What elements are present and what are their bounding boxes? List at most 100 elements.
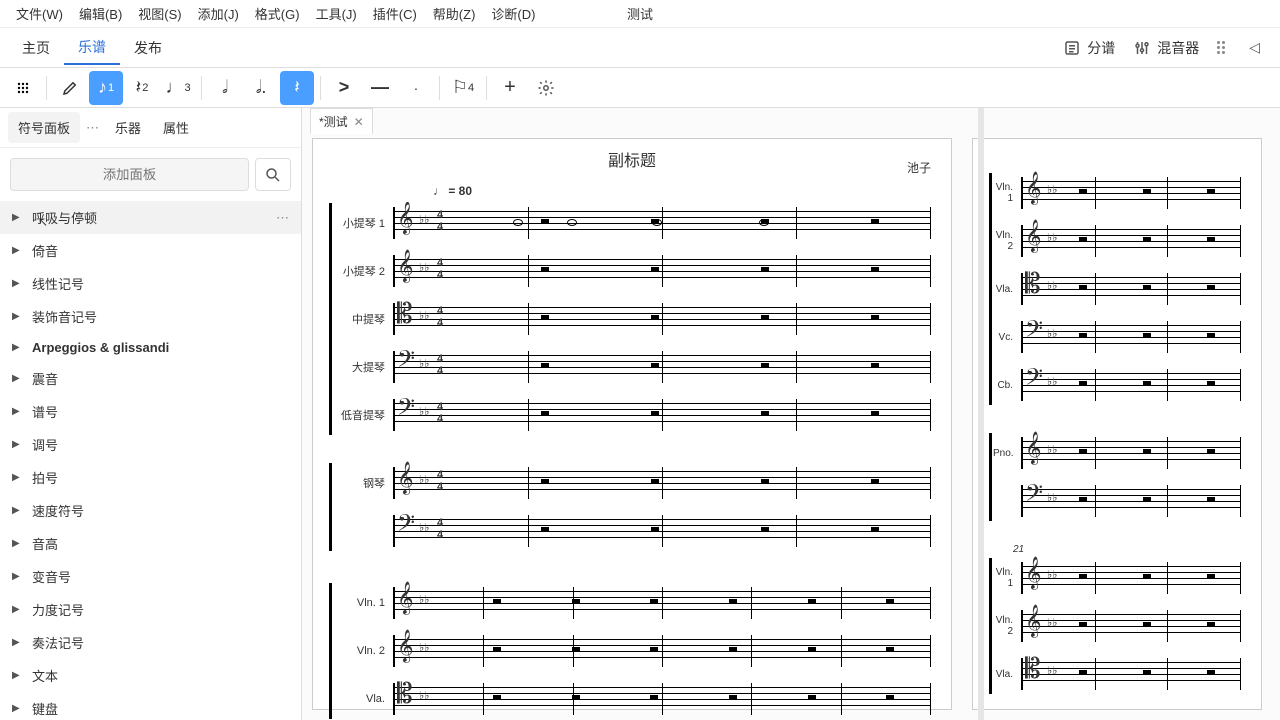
staff-lines[interactable]: 𝄡♭♭ [1021,658,1241,690]
gear-settings-icon[interactable] [529,71,563,105]
palette-item[interactable]: ▶震音 [0,362,301,395]
more-dots-icon[interactable]: ⋯ [276,210,289,226]
search-button[interactable] [255,158,291,191]
staff-lines[interactable]: 𝄞♭♭ [1021,610,1241,642]
parts-button[interactable]: 分谱 [1063,38,1115,58]
staff-row[interactable]: Vln. 2𝄞♭♭ [993,602,1241,650]
rest-icon[interactable]: 𝄽 [280,71,314,105]
staff-row[interactable]: 𝄢♭♭ [993,477,1241,525]
staff-row[interactable]: Vla.𝄡♭♭ [993,265,1241,313]
menu-view[interactable]: 视图(S) [130,0,189,27]
staccato-icon[interactable]: · [399,71,433,105]
palette-item[interactable]: ▶谱号 [0,395,301,428]
note-duration-1[interactable]: ♪1 [89,71,123,105]
score-page-2[interactable]: Vln. 1𝄞♭♭Vln. 2𝄞♭♭Vla.𝄡♭♭Vc.𝄢♭♭Cb.𝄢♭♭ Pn… [972,138,1262,710]
staff-row[interactable]: 大提琴𝄢♭♭44 [333,343,931,391]
note-duration-3[interactable]: ♩3 [161,71,195,105]
mixer-button[interactable]: 混音器 [1133,38,1199,58]
menu-plugins[interactable]: 插件(C) [365,0,425,27]
tempo-marking[interactable]: ♩ = 80 [433,184,472,198]
palette-item[interactable]: ▶线性记号 [0,267,301,300]
staff-lines[interactable]: 𝄢♭♭44 [393,515,931,547]
palette-item[interactable]: ▶调号 [0,428,301,461]
palette-item[interactable]: ▶呼吸与停顿⋯ [0,201,301,234]
dock-grip-icon[interactable] [1217,41,1225,54]
palette-item[interactable]: ▶Arpeggios & glissandi [0,333,301,362]
palette-search-input[interactable] [10,158,249,191]
palette-item[interactable]: ▶倚音 [0,234,301,267]
menu-add[interactable]: 添加(J) [190,0,247,27]
staff-row[interactable]: Vln. 2𝄞♭♭ [993,217,1241,265]
palette-item[interactable]: ▶变音号 [0,560,301,593]
staff-lines[interactable]: 𝄢♭♭44 [393,351,931,383]
sidebar-tab-properties[interactable]: 属性 [153,112,199,143]
more-dots-icon[interactable]: ⋯ [82,120,103,136]
staff-lines[interactable]: 𝄞♭♭44 [393,255,931,287]
staff-lines[interactable]: 𝄢♭♭44 [393,399,931,431]
staff-lines[interactable]: 𝄞♭♭ [393,635,931,667]
palette-item[interactable]: ▶拍号 [0,461,301,494]
document-tab[interactable]: *测试 ✕ [310,108,373,134]
staff-row[interactable]: Cb.𝄢♭♭ [993,361,1241,409]
staff-row[interactable]: 小提琴 1𝄞♭♭44 [333,199,931,247]
staff-row[interactable]: Vln. 1𝄞♭♭ [333,579,931,627]
staff-row[interactable]: 小提琴 2𝄞♭♭44 [333,247,931,295]
tab-home[interactable]: 主页 [8,32,64,64]
staff-lines[interactable]: 𝄢♭♭ [1021,485,1241,517]
accent-icon[interactable]: > [327,71,361,105]
palette-item[interactable]: ▶奏法记号 [0,626,301,659]
staff-lines[interactable]: 𝄡♭♭ [393,683,931,715]
staff-lines[interactable]: 𝄞♭♭ [1021,225,1241,257]
staff-row[interactable]: Vln. 1𝄞♭♭ [993,554,1241,602]
tab-score[interactable]: 乐谱 [64,31,120,65]
staff-row[interactable]: 钢琴𝄞♭♭44 [333,459,931,507]
menu-file[interactable]: 文件(W) [8,0,71,27]
close-document-icon[interactable]: ✕ [354,115,364,129]
palette-item[interactable]: ▶力度记号 [0,593,301,626]
palette-item[interactable]: ▶键盘 [0,692,301,720]
score-canvas[interactable]: *测试 ✕ 副标题 池子 ♩ = 80 小提琴 1𝄞♭♭44小提琴 2𝄞♭♭44… [302,108,1280,720]
tenuto-icon[interactable]: — [363,71,397,105]
staff-row[interactable]: Vln. 2𝄞♭♭ [333,627,931,675]
staff-row[interactable]: Vln. 1𝄞♭♭ [993,169,1241,217]
menu-edit[interactable]: 编辑(B) [71,0,130,27]
staff-lines[interactable]: 𝄞♭♭ [1021,437,1241,469]
staff-lines[interactable]: 𝄢♭♭ [1021,369,1241,401]
menu-tools[interactable]: 工具(J) [308,0,365,27]
staff-lines[interactable]: 𝄢♭♭ [1021,321,1241,353]
menu-help[interactable]: 帮助(Z) [425,0,484,27]
half-note-icon[interactable]: 𝅗𝅥 [208,71,242,105]
sidebar-tab-instruments[interactable]: 乐器 [105,112,151,143]
add-button[interactable]: + [493,71,527,105]
score-page-1[interactable]: 副标题 池子 ♩ = 80 小提琴 1𝄞♭♭44小提琴 2𝄞♭♭44中提琴𝄡♭♭… [312,138,952,710]
chevron-left-icon[interactable]: ◁ [1249,39,1260,56]
score-composer[interactable]: 池子 [907,159,931,176]
staff-lines[interactable]: 𝄞♭♭ [1021,177,1241,209]
palette-item[interactable]: ▶文本 [0,659,301,692]
staff-lines[interactable]: 𝄞♭♭ [1021,562,1241,594]
score-subtitle[interactable]: 副标题 [313,147,951,171]
staff-row[interactable]: Vc.𝄢♭♭ [993,313,1241,361]
voice-4-button[interactable]: ⚐4 [446,71,480,105]
menu-format[interactable]: 格式(G) [247,0,308,27]
staff-row[interactable]: 低音提琴𝄢♭♭44 [333,391,931,439]
staff-row[interactable]: Vla.𝄡♭♭ [333,675,931,720]
staff-row[interactable]: Pno.𝄞♭♭ [993,429,1241,477]
staff-lines[interactable]: 𝄡♭♭44 [393,303,931,335]
staff-lines[interactable]: 𝄞♭♭44 [393,207,931,239]
staff-row[interactable]: Vla.𝄡♭♭ [993,650,1241,698]
staff-row[interactable]: 𝄢♭♭44 [333,507,931,555]
staff-lines[interactable]: 𝄞♭♭44 [393,467,931,499]
palette-item[interactable]: ▶音高 [0,527,301,560]
staff-lines[interactable]: 𝄡♭♭ [1021,273,1241,305]
menu-diagnostics[interactable]: 诊断(D) [483,0,543,27]
palette-item[interactable]: ▶速度符号 [0,494,301,527]
dotted-half-icon[interactable]: 𝅗𝅥. [244,71,278,105]
tab-publish[interactable]: 发布 [120,32,176,64]
staff-lines[interactable]: 𝄞♭♭ [393,587,931,619]
palette-item[interactable]: ▶装饰音记号 [0,300,301,333]
sidebar-tab-palettes[interactable]: 符号面板 [8,112,80,143]
grip-handle-icon[interactable] [6,71,40,105]
pencil-note-input-icon[interactable] [53,71,87,105]
note-duration-2[interactable]: 𝄽2 [125,71,159,105]
